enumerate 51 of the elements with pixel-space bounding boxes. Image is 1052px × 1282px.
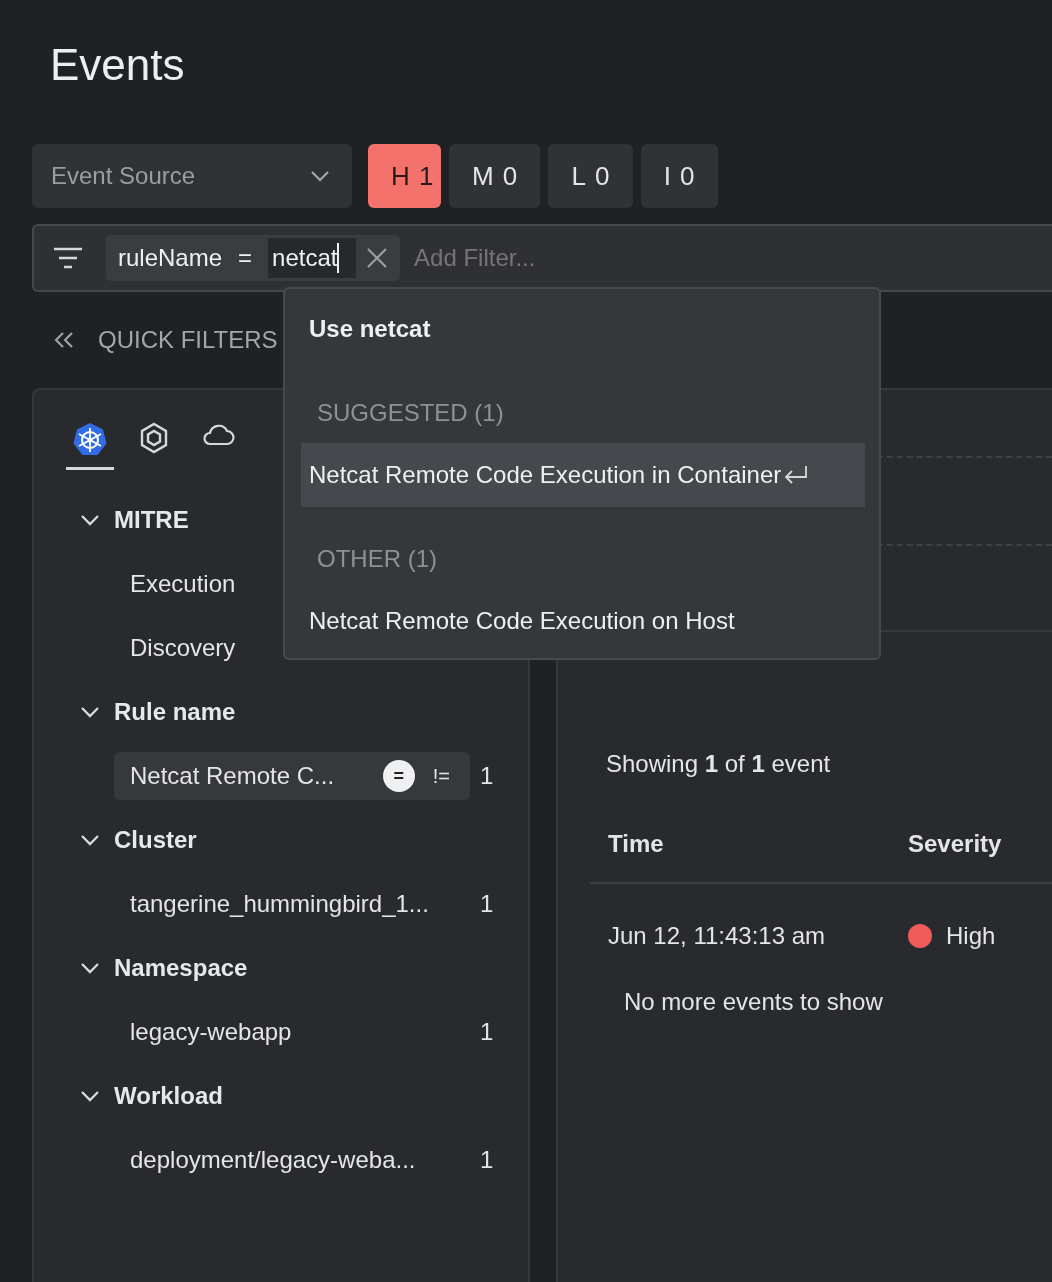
enter-key-icon <box>783 464 810 486</box>
filter-option[interactable]: Netcat Remote C... = != <box>114 752 470 800</box>
option-count: 1 <box>480 890 494 918</box>
event-source-dropdown[interactable]: Event Source <box>32 144 352 208</box>
filter-operator: = <box>238 244 253 272</box>
severity-filter-button[interactable]: I0 <box>640 144 718 208</box>
column-header: Severity <box>908 830 1002 858</box>
filter-option[interactable]: tangerine_hummingbird_1... <box>114 880 470 928</box>
severity-filter-button[interactable]: M0 <box>449 144 541 208</box>
option-count: 1 <box>480 762 494 790</box>
equals-toggle[interactable]: = <box>382 760 415 792</box>
group-title: Workload <box>114 1082 223 1110</box>
suggestion-option[interactable]: Netcat Remote Code Execution on Host <box>301 589 865 653</box>
filter-value-field[interactable]: netcat <box>268 238 357 278</box>
hexagon-icon <box>139 422 169 454</box>
chevron-down-icon[interactable] <box>80 962 100 974</box>
severity-filter-button[interactable]: H1 <box>368 144 441 208</box>
cloud-icon <box>201 422 235 446</box>
close-icon[interactable] <box>366 247 389 269</box>
results-summary: Showing 1 of 1 event <box>606 750 831 777</box>
filter-icon[interactable] <box>52 247 84 269</box>
double-chevron-left-icon[interactable] <box>52 331 76 349</box>
section-header: OTHER (1) <box>317 545 437 573</box>
suggestion-option[interactable]: Netcat Remote Code Execution in Container <box>301 443 865 507</box>
time-cell-text: Jun 12, 11:43:13 am <box>607 922 827 950</box>
filter-option[interactable]: deployment/legacy-weba... <box>114 1136 470 1184</box>
chevron-down-icon <box>310 170 330 182</box>
option-count: 1 <box>480 1146 494 1174</box>
severity-filter-button[interactable]: L0 <box>548 144 633 208</box>
severity-cell: High <box>946 922 996 950</box>
page-title: Events <box>49 39 186 91</box>
chevron-down-icon[interactable] <box>80 514 100 526</box>
filter-option[interactable]: legacy-webapp <box>114 1008 470 1056</box>
quick-filters-label: QUICK FILTERS <box>98 326 278 354</box>
group-title: Rule name <box>114 698 236 726</box>
chevron-down-icon[interactable] <box>80 834 100 846</box>
group-title: Cluster <box>114 826 197 854</box>
chevron-down-icon[interactable] <box>80 706 100 718</box>
chevron-down-icon[interactable] <box>80 1090 100 1102</box>
column-header: Time <box>607 830 665 858</box>
add-filter-field[interactable]: Add Filter... <box>412 243 717 273</box>
helm-wheel-icon <box>72 422 108 458</box>
not-equals-toggle[interactable]: != <box>432 764 450 788</box>
section-header: SUGGESTED (1) <box>317 399 504 427</box>
source-tab[interactable] <box>66 420 114 470</box>
use-value-option[interactable]: Use netcat <box>301 297 437 361</box>
group-title: MITRE <box>114 506 189 534</box>
end-of-list-message: No more events to show <box>624 988 883 1015</box>
option-count: 1 <box>480 1018 494 1046</box>
filter-field: ruleName <box>118 244 223 272</box>
group-title: Namespace <box>114 954 248 982</box>
